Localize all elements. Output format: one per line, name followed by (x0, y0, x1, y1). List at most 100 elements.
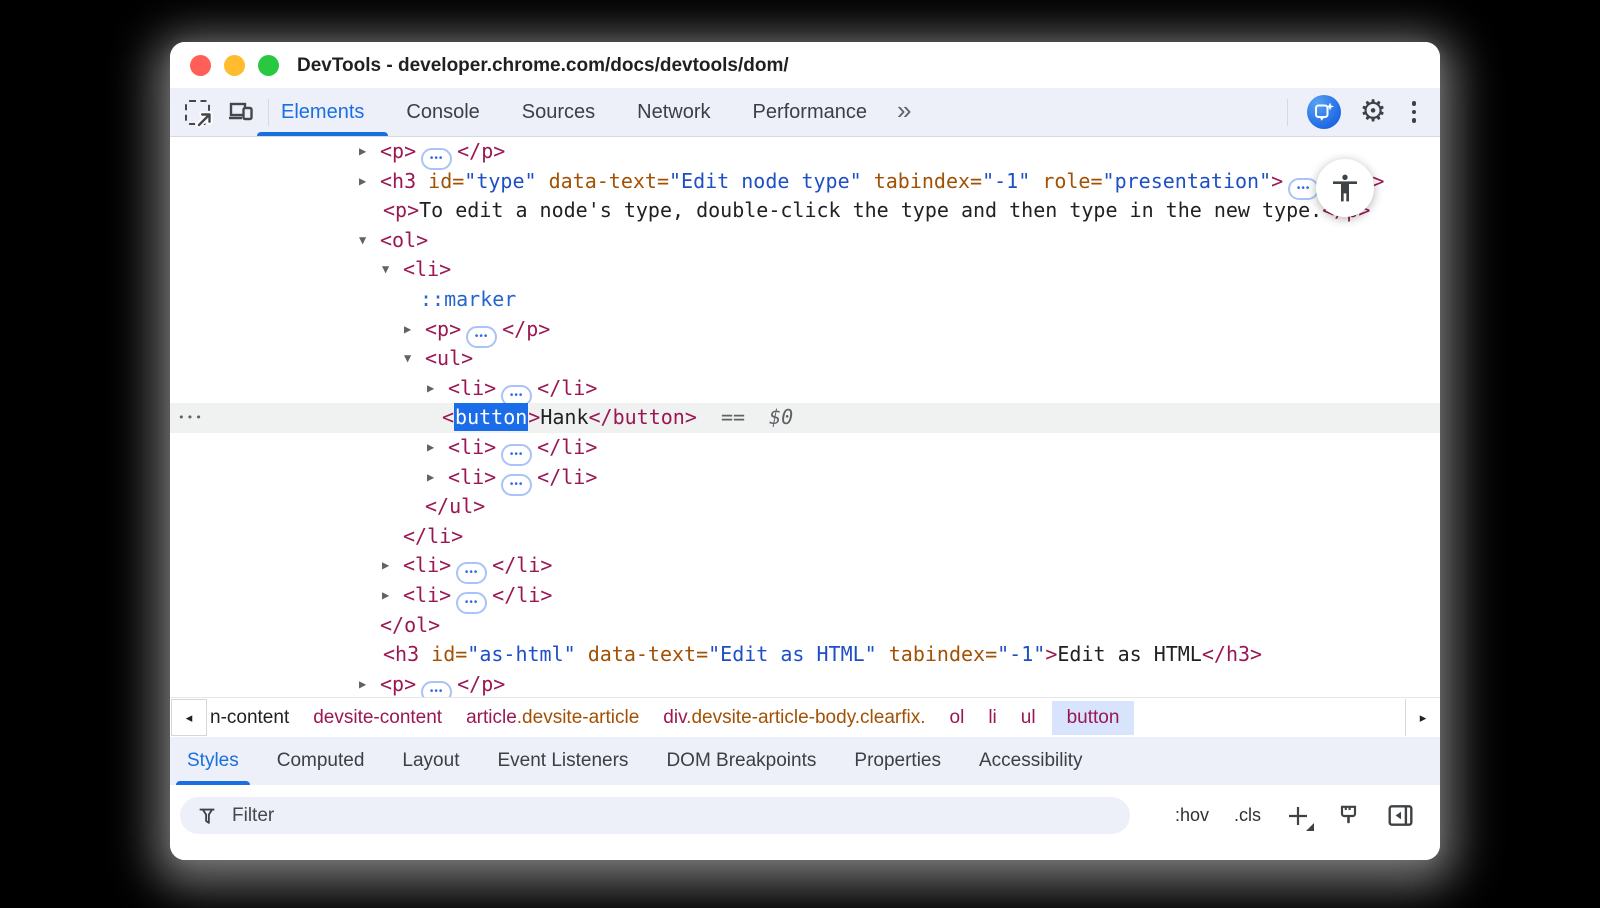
dock-sidebar-button[interactable] (1387, 803, 1414, 828)
tree-row[interactable]: </ul> (170, 492, 1440, 522)
tree-row[interactable]: </li> (170, 522, 1440, 552)
expand-arrow-icon[interactable]: ▶ (359, 670, 366, 697)
breadcrumb: n-content devsite-content article.devsite-… (210, 698, 1402, 737)
tree-row[interactable]: ▶ <li> </li> (170, 433, 1440, 463)
tree-row[interactable]: <h3 id="as-html" data-text="Edit as HTML… (170, 640, 1440, 670)
devtools-window: DevTools - developer.chrome.com/docs/dev… (170, 42, 1440, 860)
tab-network[interactable]: Network (637, 88, 710, 136)
code-token: </p> (457, 139, 505, 163)
breadcrumb-item-button[interactable]: button (1052, 701, 1135, 735)
collapse-arrow-icon[interactable]: ▼ (359, 226, 366, 256)
expand-arrow-icon[interactable]: ▶ (382, 551, 389, 581)
crumb-segment: article (466, 707, 517, 728)
code-token: > (1045, 642, 1057, 666)
tab-performance[interactable]: Performance (753, 88, 868, 136)
more-tabs-button[interactable]: » (897, 95, 911, 130)
style-filter-field[interactable] (180, 797, 1130, 834)
breadcrumb-item-li[interactable]: li (988, 707, 996, 729)
elements-panel: ▶<p></p>▶<h3 id="type" data-text="Edit n… (170, 137, 1440, 697)
devtools-toolbar: Elements Console Sources Network Performance… (170, 88, 1440, 137)
expand-arrow-icon[interactable]: ▶ (427, 374, 434, 404)
rendering-emulation-button[interactable] (1335, 803, 1362, 829)
tree-row[interactable]: ::marker (170, 285, 1440, 315)
dom-node-text: <li></li> (170, 463, 597, 496)
minimize-button[interactable] (224, 55, 245, 76)
expand-arrow-icon[interactable]: ▶ (427, 433, 434, 463)
element-classes-button[interactable]: .cls (1234, 805, 1261, 826)
new-style-rule-button[interactable] (1286, 804, 1310, 828)
expand-arrow-icon[interactable]: ▶ (382, 581, 389, 611)
dom-node-text: <h3 id="as-html" data-text="Edit as HTML… (170, 640, 1262, 670)
breadcrumb-item-article-devsite-article[interactable]: article.devsite-article (466, 707, 639, 729)
tree-row[interactable]: ▼<ol> (170, 226, 1440, 256)
tab-console[interactable]: Console (406, 88, 479, 136)
kebab-menu-icon[interactable] (1406, 99, 1423, 125)
expand-arrow-icon[interactable]: ▶ (359, 137, 366, 167)
tab-sources[interactable]: Sources (522, 88, 595, 136)
settings-gear-icon[interactable]: ⚙ (1360, 97, 1387, 127)
sidebar-tab-event-listeners[interactable]: Event Listeners (497, 737, 628, 785)
crumb-segment: li (988, 707, 996, 728)
expand-arrow-icon[interactable]: ▶ (427, 463, 434, 493)
breadcrumb-item-ul[interactable]: ul (1021, 707, 1036, 729)
collapse-arrow-icon[interactable]: ▼ (382, 255, 389, 285)
crumb-segment: div (663, 707, 686, 728)
expand-arrow-icon[interactable]: ▶ (359, 167, 366, 197)
tab-elements[interactable]: Elements (281, 88, 364, 136)
dom-node-text: <p></p> (170, 137, 505, 170)
tree-row[interactable]: ▼<li> (170, 255, 1440, 285)
tree-row[interactable]: ▶<li></li> (170, 463, 1440, 493)
tree-row[interactable]: ▶<h3 id="type" data-text="Edit node type… (170, 167, 1440, 197)
tree-row[interactable]: ▶<li></li> (170, 551, 1440, 581)
tree-row[interactable]: ▶<p></p> (170, 670, 1440, 697)
tree-row[interactable]: </ol> (170, 611, 1440, 641)
sidebar-tab-properties[interactable]: Properties (854, 737, 941, 785)
collapse-arrow-icon[interactable]: ▼ (404, 344, 411, 374)
expand-arrow-icon[interactable]: ▶ (404, 315, 411, 345)
breadcrumb-item-ol[interactable]: ol (950, 707, 965, 729)
node-options-icon[interactable]: ••• (178, 403, 204, 433)
sidebar-tab-styles[interactable]: Styles (187, 737, 239, 785)
tree-row-selected[interactable]: •••<button>Hank</button> == $0 (170, 403, 1440, 433)
sidebar-tab-layout[interactable]: Layout (402, 737, 459, 785)
code-token: "Edit as HTML" (708, 642, 877, 666)
tree-row[interactable]: ▼<ul> (170, 344, 1440, 374)
inspect-element-button[interactable] (182, 97, 212, 127)
tree-row[interactable]: ▶<p></p> (170, 315, 1440, 345)
code-token: tabindex= (889, 642, 997, 666)
code-token (1030, 169, 1042, 193)
close-button[interactable] (190, 55, 211, 76)
code-token: "presentation" (1103, 169, 1272, 193)
sidebar-tab-accessibility[interactable]: Accessibility (979, 737, 1082, 785)
toggle-element-state-button[interactable]: :hov (1175, 805, 1209, 826)
breadcrumb-item-devsite-content[interactable]: devsite-content (313, 707, 442, 729)
ai-assistant-button[interactable] (1307, 95, 1341, 129)
code-token: <li> (448, 435, 496, 459)
breadcrumb-item-n-content[interactable]: n-content (210, 707, 289, 729)
crumb-segment: .devsite-article (517, 707, 640, 728)
code-token (537, 169, 549, 193)
tree-row[interactable]: <p>To edit a node's type, double-click t… (170, 196, 1440, 226)
dom-node-text: <ul> (170, 344, 473, 374)
code-token: </button> (589, 405, 697, 429)
code-token: id= (428, 169, 464, 193)
sidebar-pane-tabs: Styles Computed Layout Event Listeners DOM B… (170, 737, 1440, 785)
styles-pane-toolbar: :hov .cls (170, 785, 1440, 860)
breadcrumb-scroll-left-button[interactable]: ◂ (171, 699, 207, 736)
dom-node-text: <h3 id="type" data-text="Edit node type"… (170, 167, 1384, 200)
breadcrumb-scroll-right-button[interactable]: ▸ (1405, 699, 1440, 736)
accessibility-cursor-badge (1316, 159, 1374, 217)
code-token: </li> (537, 435, 597, 459)
code-token: <h3 (383, 642, 431, 666)
tree-row[interactable]: ▶<li></li> (170, 581, 1440, 611)
zoom-button[interactable] (258, 55, 279, 76)
expand-children-ellipsis-button[interactable] (421, 681, 452, 697)
breadcrumb-item-div-devsite-article-body-clearfix-[interactable]: div.devsite-article-body.clearfix. (663, 707, 925, 729)
tree-row[interactable]: ▶<p></p> (170, 137, 1440, 167)
style-filter-input[interactable] (230, 804, 1034, 828)
dom-node-text: </ul> (170, 492, 485, 522)
tree-row[interactable]: ▶<li></li> (170, 374, 1440, 404)
toggle-device-toolbar-button[interactable] (226, 97, 256, 127)
sidebar-tab-dom-breakpoints[interactable]: DOM Breakpoints (666, 737, 816, 785)
sidebar-tab-computed[interactable]: Computed (277, 737, 365, 785)
